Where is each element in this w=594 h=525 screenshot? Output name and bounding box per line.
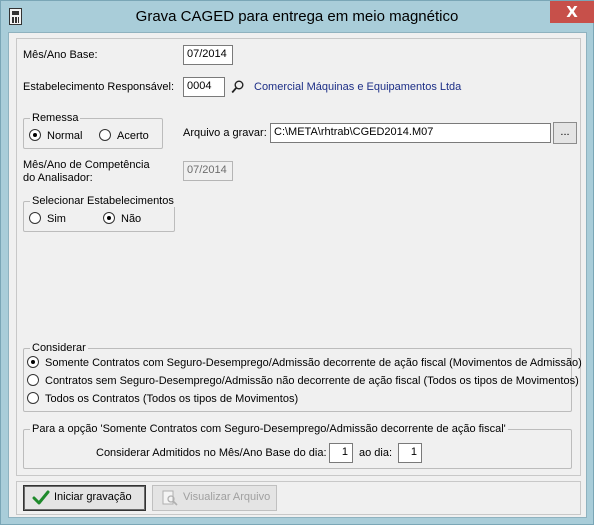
radio-acerto-label: Acerto: [117, 130, 149, 142]
radio-sem-seguro-label: Contratos sem Seguro-Desemprego/Admissão…: [45, 375, 579, 387]
visualizar-arquivo-button[interactable]: Visualizar Arquivo: [152, 485, 277, 511]
iniciar-gravacao-button[interactable]: Iniciar gravação: [23, 485, 146, 511]
competencia-input: 07/2014: [183, 161, 233, 181]
preview-document-icon: [162, 490, 178, 506]
opcao-legend: Para a opção 'Somente Contratos com Segu…: [30, 423, 508, 435]
radio-acerto-indicator[interactable]: [99, 129, 111, 141]
radio-sim-label: Sim: [47, 213, 66, 225]
dia-to-input[interactable]: 1: [398, 443, 422, 463]
mes-ano-base-label: Mês/Ano Base:: [23, 49, 98, 61]
radio-selecionar-sim[interactable]: Sim: [29, 212, 66, 225]
button-bar: Iniciar gravação Visualizar Arquivo: [16, 481, 581, 515]
main-panel: Mês/Ano Base: 07/2014 Estabelecimento Re…: [16, 38, 582, 476]
competencia-label-line1: Mês/Ano de Competência: [23, 159, 150, 171]
window-title: Grava CAGED para entrega em meio magnéti…: [135, 8, 459, 25]
considerar-legend: Considerar: [30, 342, 88, 354]
radio-normal-indicator[interactable]: [29, 129, 41, 141]
radio-somente-label: Somente Contratos com Seguro-Desemprego/…: [45, 357, 582, 369]
estabelecimento-code-input[interactable]: 0004: [183, 77, 225, 97]
arquivo-label: Arquivo a gravar:: [183, 127, 267, 139]
dia-from-input[interactable]: 1: [329, 443, 353, 463]
dia-label: Considerar Admitidos no Mês/Ano Base do …: [96, 447, 327, 459]
radio-sem-seguro-indicator[interactable]: [27, 374, 39, 386]
radio-selecionar-nao[interactable]: Não: [103, 212, 141, 225]
estabelecimento-label: Estabelecimento Responsável:: [23, 81, 175, 93]
selecionar-estabelecimentos-group: Selecionar Estabelecimentos Sim Não: [23, 195, 176, 232]
close-button[interactable]: X: [550, 1, 594, 23]
radio-considerar-sem-seguro[interactable]: Contratos sem Seguro-Desemprego/Admissão…: [27, 374, 579, 387]
radio-todos-label: Todos os Contratos (Todos os tipos de Mo…: [45, 393, 299, 405]
radio-somente-indicator[interactable]: [27, 356, 39, 368]
radio-sim-indicator[interactable]: [29, 212, 41, 224]
radio-nao-indicator[interactable]: [103, 212, 115, 224]
title-bar[interactable]: Grava CAGED para entrega em meio magnéti…: [1, 1, 594, 32]
visualizar-arquivo-label: Visualizar Arquivo: [183, 491, 271, 503]
radio-remessa-acerto[interactable]: Acerto: [99, 129, 149, 142]
selecionar-legend: Selecionar Estabelecimentos: [30, 195, 176, 207]
radio-nao-label: Não: [121, 213, 142, 225]
dialog-window: Grava CAGED para entrega em meio magnéti…: [0, 0, 594, 525]
browse-button[interactable]: ...: [553, 122, 577, 144]
radio-remessa-normal[interactable]: Normal: [29, 129, 82, 142]
considerar-group: Considerar Somente Contratos com Seguro-…: [23, 342, 582, 412]
arquivo-input[interactable]: C:\META\rhtrab\CGED2014.M07: [270, 123, 551, 143]
opcao-periodo-group: Para a opção 'Somente Contratos com Segu…: [23, 423, 572, 469]
radio-considerar-todos[interactable]: Todos os Contratos (Todos os tipos de Mo…: [27, 392, 298, 405]
estabelecimento-name: Comercial Máquinas e Equipamentos Ltda: [254, 81, 462, 93]
ao-dia-label: ao dia:: [359, 447, 393, 459]
radio-considerar-somente[interactable]: Somente Contratos com Seguro-Desemprego/…: [27, 356, 582, 369]
remessa-legend: Remessa: [30, 112, 81, 124]
checkmark-icon: [32, 490, 50, 505]
competencia-label-line2: do Analisador:: [23, 172, 93, 184]
radio-normal-label: Normal: [47, 130, 83, 142]
remessa-group: Remessa Normal Acerto: [23, 112, 163, 149]
mes-ano-base-input[interactable]: 07/2014: [183, 45, 233, 65]
iniciar-gravacao-label: Iniciar gravação: [54, 491, 132, 503]
dialog-client-area: Mês/Ano Base: 07/2014 Estabelecimento Re…: [8, 32, 587, 518]
radio-todos-indicator[interactable]: [27, 392, 39, 404]
search-icon[interactable]: [231, 80, 245, 94]
